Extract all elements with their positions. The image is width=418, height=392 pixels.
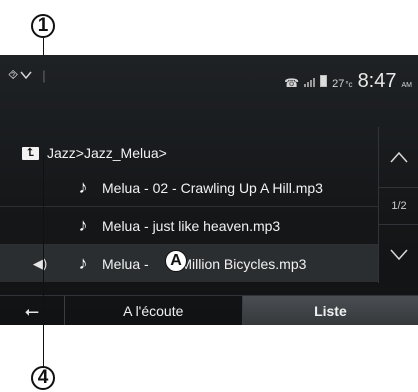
status-bar: ⯑ | ☎ 27 °c 8:47 AM — [0, 55, 418, 97]
music-note-icon: ♪ — [78, 215, 88, 235]
chevron-down-icon — [390, 249, 408, 261]
folder-up-icon[interactable]: ⮤ — [22, 146, 39, 160]
callout-4: 4 — [31, 366, 55, 390]
track-row-playing[interactable]: ◀) ♪ Melua - e Million Bicycles.mp3 — [0, 245, 378, 282]
bottom-tabs: ⭠ A l'écoute Liste — [0, 295, 418, 325]
callout-a: A — [165, 250, 187, 272]
callout-1: 1 — [31, 14, 55, 38]
page-indicator: 1/2 — [379, 187, 418, 225]
signal-icon — [304, 77, 316, 87]
chevron-down-icon — [20, 71, 32, 80]
folder-path-row[interactable]: ⮤ Jazz>Jazz_Melua> — [0, 137, 378, 169]
scroll-up-button[interactable] — [379, 127, 418, 187]
speaker-icon: ◀) — [32, 255, 48, 271]
infotainment-screen: ⯑ | ☎ 27 °c 8:47 AM ⮤ Jazz>Jazz_Melua> ♪ … — [0, 55, 418, 325]
temperature-unit: °c — [345, 80, 353, 89]
tab-now-playing[interactable]: A l'écoute — [65, 296, 243, 325]
track-row[interactable]: ♪ Melua - just like heaven.mp3 — [0, 207, 378, 245]
folder-path: Jazz>Jazz_Melua> — [47, 145, 167, 161]
callout-4-leader — [43, 155, 44, 368]
track-row[interactable]: ♪ Melua - 02 - Crawling Up A Hill.mp3 — [0, 169, 378, 207]
file-list: ⮤ Jazz>Jazz_Melua> ♪ Melua - 02 - Crawli… — [0, 137, 378, 282]
track-name-end: e Million Bicycles.mp3 — [168, 255, 307, 272]
status-separator: | — [42, 67, 46, 83]
back-icon: ⭠ — [24, 300, 40, 321]
scroll-controls: 1/2 — [378, 127, 418, 283]
phone-icon: ☎ — [284, 76, 300, 90]
scroll-down-button[interactable] — [379, 225, 418, 285]
back-button[interactable]: ⭠ — [0, 296, 65, 325]
clock-ampm: AM — [401, 82, 413, 89]
temperature-value: 27 — [332, 78, 345, 90]
music-note-icon: ♪ — [78, 177, 88, 197]
battery-icon — [320, 75, 328, 87]
status-left-icons[interactable]: ⯑ | — [8, 67, 46, 83]
status-right: ☎ 27 °c 8:47 AM — [284, 70, 412, 93]
track-name: Melua - 02 - Crawling Up A Hill.mp3 — [102, 179, 323, 196]
clock-time: 8:47 — [357, 70, 397, 92]
tab-list[interactable]: Liste — [242, 296, 418, 325]
gps-icon: ⯑ — [8, 67, 19, 82]
track-name-start: Melua - — [102, 255, 149, 272]
music-note-icon: ♪ — [78, 253, 88, 273]
chevron-up-icon — [390, 151, 408, 163]
track-name: Melua - just like heaven.mp3 — [102, 217, 281, 234]
